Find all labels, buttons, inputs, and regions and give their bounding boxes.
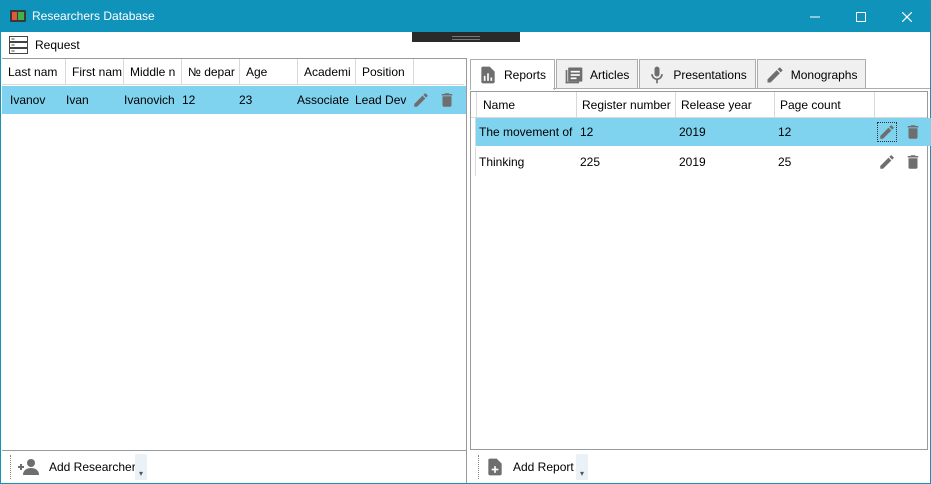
request-menu-item[interactable]: Request bbox=[9, 35, 80, 55]
column-header-academic[interactable]: Academi bbox=[298, 59, 356, 85]
tab-presentations[interactable]: Presentations bbox=[639, 59, 756, 89]
cell-page-count: 12 bbox=[778, 125, 792, 139]
researchers-grid: Last nam First nam Middle n № depar Age … bbox=[2, 58, 467, 451]
app-icon bbox=[10, 9, 26, 23]
column-header-first-name[interactable]: First nam bbox=[66, 59, 124, 85]
cell-last-name: Ivanov bbox=[10, 93, 46, 107]
tab-monographs-label: Monographs bbox=[790, 67, 858, 82]
tab-articles-label: Articles bbox=[590, 67, 630, 82]
row-actions bbox=[407, 90, 457, 110]
delete-icon[interactable] bbox=[903, 122, 923, 142]
cell-release-year: 2019 bbox=[679, 125, 706, 139]
reports-toolbar: Add Report ▾ bbox=[470, 451, 930, 483]
add-report-button[interactable]: Add Report bbox=[478, 455, 574, 479]
maximize-button[interactable] bbox=[838, 1, 884, 32]
pen-icon bbox=[764, 64, 786, 86]
cell-position: Lead Deve bbox=[355, 93, 407, 107]
column-header-release-year[interactable]: Release year bbox=[676, 92, 775, 118]
researchers-toolbar: Add Researcher ▾ bbox=[2, 451, 467, 483]
row-actions bbox=[873, 152, 923, 172]
toolbar-overflow-icon[interactable]: ▾ bbox=[135, 454, 147, 480]
splitter-grip[interactable] bbox=[412, 32, 520, 42]
cell-department: 12 bbox=[182, 93, 196, 107]
column-header-actions bbox=[875, 92, 927, 118]
tab-reports[interactable]: Reports bbox=[470, 59, 556, 90]
main-window: Researchers Database Request Last nam Fi… bbox=[0, 0, 931, 484]
column-header-age[interactable]: Age bbox=[240, 59, 298, 85]
tab-presentations-label: Presentations bbox=[673, 67, 747, 82]
article-icon bbox=[563, 64, 585, 86]
cell-age: 23 bbox=[239, 93, 253, 107]
minimize-button[interactable] bbox=[792, 1, 838, 32]
cell-academic: Associate bbox=[297, 93, 349, 107]
table-row[interactable]: Ivanov Ivan Ivanovich 12 23 Associate Le… bbox=[2, 86, 466, 114]
researchers-grid-header: Last nam First nam Middle n № depar Age … bbox=[2, 59, 464, 85]
server-list-icon bbox=[9, 36, 28, 54]
tab-monographs[interactable]: Monographs bbox=[756, 59, 867, 89]
add-researcher-label: Add Researcher bbox=[49, 460, 136, 474]
tab-divider bbox=[553, 88, 930, 89]
cell-name: The movement of bbox=[479, 125, 573, 139]
tab-reports-label: Reports bbox=[504, 68, 547, 82]
column-header-actions bbox=[414, 59, 464, 85]
delete-icon[interactable] bbox=[437, 90, 457, 110]
cell-page-count: 25 bbox=[778, 154, 792, 169]
cell-register-number: 225 bbox=[580, 154, 601, 169]
edit-icon[interactable] bbox=[877, 152, 897, 172]
reports-grid-header: Name Register number Release year Page c… bbox=[471, 92, 927, 118]
edit-icon[interactable] bbox=[411, 90, 431, 110]
report-chart-icon bbox=[477, 64, 499, 86]
add-user-icon bbox=[17, 458, 41, 476]
row-actions bbox=[873, 122, 923, 142]
column-header-register-number[interactable]: Register number bbox=[577, 92, 676, 118]
request-label: Request bbox=[35, 38, 80, 52]
column-header-name[interactable]: Name bbox=[477, 92, 577, 118]
add-file-icon bbox=[485, 457, 505, 477]
column-header-department[interactable]: № depar bbox=[182, 59, 240, 85]
add-researcher-button[interactable]: Add Researcher bbox=[10, 455, 136, 479]
column-header-page-count[interactable]: Page count bbox=[775, 92, 875, 118]
column-header-position[interactable]: Position bbox=[356, 59, 414, 85]
reports-grid: Name Register number Release year Page c… bbox=[470, 91, 931, 450]
cell-name: Thinking bbox=[479, 154, 525, 169]
tab-strip: Reports Articles Presentations Monograph… bbox=[470, 58, 867, 90]
column-header-last-name[interactable]: Last nam bbox=[2, 59, 66, 85]
column-header-middle-name[interactable]: Middle n bbox=[124, 59, 182, 85]
delete-icon[interactable] bbox=[903, 152, 923, 172]
table-row[interactable]: The movement of 12 2019 12 bbox=[475, 118, 931, 146]
cell-middle-name: Ivanovich bbox=[124, 93, 175, 107]
table-row[interactable]: Thinking 225 2019 25 bbox=[475, 147, 931, 176]
window-title: Researchers Database bbox=[32, 9, 155, 23]
tab-articles[interactable]: Articles bbox=[556, 59, 639, 89]
close-button[interactable] bbox=[884, 1, 930, 32]
edit-icon[interactable] bbox=[877, 122, 897, 142]
toolbar-overflow-icon[interactable]: ▾ bbox=[576, 454, 588, 480]
cell-register-number: 12 bbox=[580, 125, 594, 139]
cell-release-year: 2019 bbox=[679, 154, 706, 169]
cell-first-name: Ivan bbox=[66, 93, 89, 107]
title-bar[interactable]: Researchers Database bbox=[1, 1, 930, 32]
add-report-label: Add Report bbox=[513, 460, 574, 474]
microphone-icon bbox=[646, 64, 668, 86]
menu-bar: Request bbox=[1, 32, 930, 58]
